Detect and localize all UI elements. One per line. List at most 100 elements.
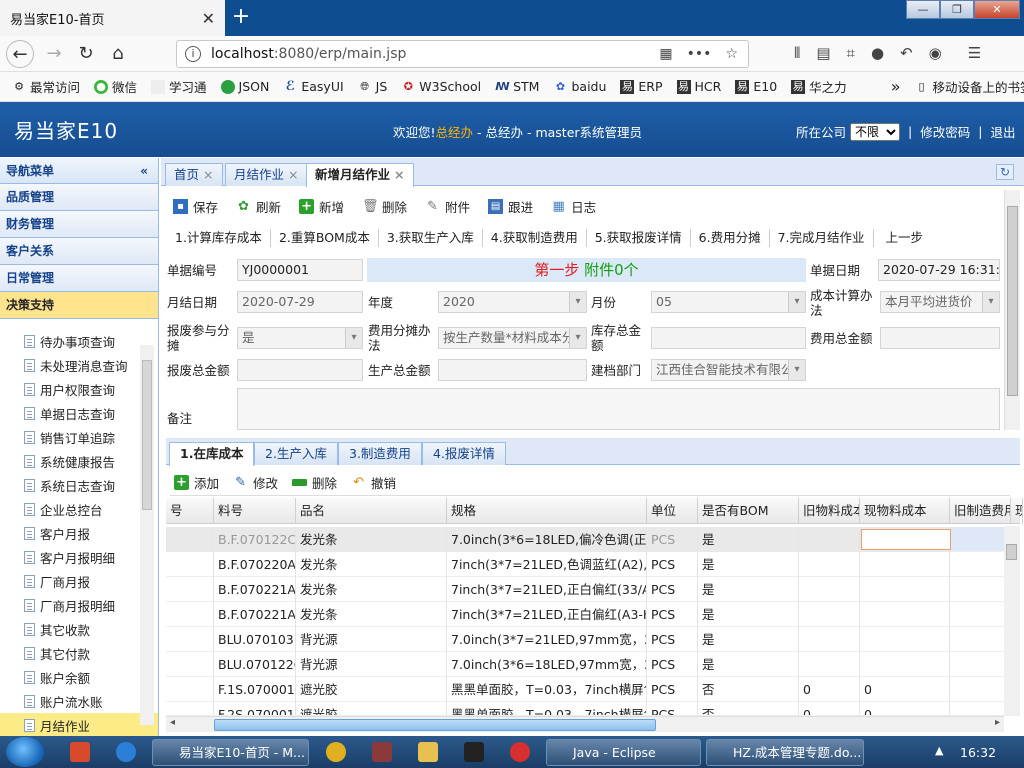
sidebar-item[interactable]: 账户流水账 bbox=[0, 689, 158, 713]
new-tab-button[interactable]: + bbox=[228, 4, 254, 30]
bookmark-5[interactable]: 🌐︎ JS bbox=[358, 79, 387, 94]
close-date-field[interactable]: 2020-07-29 bbox=[237, 291, 363, 313]
table-row[interactable]: B.F.070221AV 发光条 7inch(3*7=21LED,正白偏红(33/A… bbox=[166, 577, 1004, 602]
folder-icon[interactable] bbox=[418, 742, 438, 762]
sidebar-scroll-thumb[interactable] bbox=[142, 360, 152, 510]
doc-date-field[interactable]: 2020-07-29 16:31:53 bbox=[878, 259, 1000, 281]
scroll-right-icon[interactable]: ▸ bbox=[995, 717, 1000, 728]
bookmarks-more[interactable]: » bbox=[891, 77, 901, 96]
sidebar-item[interactable]: 厂商月报明细 bbox=[0, 593, 158, 617]
sidebar-item[interactable]: 其它收款 bbox=[0, 617, 158, 641]
save-button[interactable]: ▪ 保存 bbox=[173, 197, 218, 216]
tab-scrap-details[interactable]: 4.报废详情 bbox=[422, 442, 506, 465]
sidebar-group[interactable]: 日常管理 bbox=[0, 265, 158, 292]
scrap-select[interactable]: 是 bbox=[237, 327, 363, 349]
bookmark-2[interactable]: 学习通 bbox=[151, 77, 207, 96]
sidebar-item[interactable]: 账户余额 bbox=[0, 665, 158, 689]
bookmark-star-icon[interactable]: ☆ bbox=[725, 46, 738, 62]
sidebar-item[interactable]: 未处理消息查询 bbox=[0, 353, 158, 377]
detail-undo-button[interactable]: ↶ 撤销 bbox=[351, 473, 396, 492]
sidebar-item[interactable]: 单据日志查询 bbox=[0, 401, 158, 425]
bookmark-7[interactable]: ꟿ STM bbox=[495, 79, 539, 94]
company-select[interactable]: 不限 bbox=[850, 122, 901, 141]
col-header[interactable]: 号 bbox=[166, 498, 214, 524]
step-button[interactable]: 4.获取制造费用 bbox=[483, 229, 587, 247]
tray-arrow-icon[interactable]: ▲ bbox=[935, 744, 943, 757]
tab-monthly-close[interactable]: 月结作业 × bbox=[225, 163, 308, 186]
crop-icon[interactable]: ⌗ bbox=[847, 44, 855, 62]
tab-close-icon[interactable]: × bbox=[203, 167, 213, 182]
sidebar-item[interactable]: 厂商月报 bbox=[0, 569, 158, 593]
scroll-left-icon[interactable]: ◂ bbox=[170, 717, 175, 728]
col-header[interactable]: 现 bbox=[1011, 498, 1023, 524]
form-scrollbar[interactable] bbox=[1004, 190, 1020, 430]
step-button[interactable]: 2.重算BOM成本 bbox=[271, 229, 379, 247]
table-row[interactable]: BLU.070103B背光源7.0inch(3*7=21LED,97mm宽，2.… bbox=[166, 627, 1004, 652]
table-row[interactable]: B.F.070221AV发光条7inch(3*7=21LED,正白偏红(A3-H… bbox=[166, 602, 1004, 627]
step-button[interactable]: 6.费用分摊 bbox=[691, 229, 770, 247]
qr-code-icon[interactable]: ▦ bbox=[659, 46, 672, 62]
attachment-count-link[interactable]: 附件0个 bbox=[584, 261, 639, 279]
windows-start-icon[interactable] bbox=[6, 737, 44, 767]
bookmark-6[interactable]: ✪ W3School bbox=[401, 79, 481, 94]
logout-link[interactable]: 退出 bbox=[990, 122, 1015, 141]
change-password-link[interactable]: 修改密码 bbox=[920, 122, 970, 141]
remark-field[interactable] bbox=[237, 388, 1000, 430]
stock-total-field[interactable] bbox=[651, 327, 806, 349]
prod-total-field[interactable] bbox=[438, 359, 587, 381]
taskbar-app-icon[interactable] bbox=[372, 742, 392, 762]
sidebar-icon[interactable]: ▤ bbox=[816, 44, 830, 62]
collapse-icon[interactable]: « bbox=[140, 158, 148, 184]
sidebar-scrollbar[interactable] bbox=[140, 345, 154, 725]
expense-total-field[interactable] bbox=[880, 327, 1000, 349]
step-button[interactable]: 1.计算库存成本 bbox=[167, 229, 271, 247]
table-row[interactable]: BLU.070122C背光源7.0inch(3*6=18LED,97mm宽，2.… bbox=[166, 652, 1004, 677]
step-button[interactable]: 3.获取生产入库 bbox=[379, 229, 483, 247]
chrome-icon[interactable] bbox=[326, 742, 346, 762]
sidebar-group[interactable]: 财务管理 bbox=[0, 211, 158, 238]
account-icon[interactable]: ◉ bbox=[929, 44, 942, 62]
tab-new-monthly-close[interactable]: 新增月结作业 × bbox=[306, 163, 414, 187]
step-button[interactable]: 5.获取报废详情 bbox=[587, 229, 691, 247]
library-icon[interactable]: ⫴ bbox=[794, 44, 800, 62]
previous-step-button[interactable]: 上一步 bbox=[874, 229, 932, 247]
col-header[interactable]: 品名 bbox=[296, 498, 447, 524]
ie-icon[interactable] bbox=[116, 742, 136, 762]
table-row[interactable]: F.2S.070001A 遮光胶 黑黑单面胶，T=0.03，7inch横屏包耳 PCS… bbox=[166, 702, 1004, 716]
forward-arrow-icon[interactable]: → bbox=[40, 40, 68, 68]
detail-add-button[interactable]: + 添加 bbox=[174, 473, 219, 492]
close-window-button[interactable]: ✕ bbox=[974, 0, 1020, 19]
sidebar-item[interactable]: 销售订单追踪 bbox=[0, 425, 158, 449]
sidebar-item[interactable]: 其它付款 bbox=[0, 641, 158, 665]
table-row[interactable]: B.F.070220AV 发光条 7inch(3*7=21LED,色调蓝红(A2),… bbox=[166, 552, 1004, 577]
doc-no-field[interactable]: YJ0000001 bbox=[237, 259, 363, 281]
sidebar-group[interactable]: 品质管理 bbox=[0, 184, 158, 211]
tab-home[interactable]: 首页 × bbox=[165, 163, 223, 186]
taskbar-app-icon[interactable] bbox=[70, 742, 90, 762]
sidebar-group[interactable]: 客户关系 bbox=[0, 238, 158, 265]
bookmark-10[interactable]: 易 HCR bbox=[676, 79, 721, 94]
sidebar-item[interactable]: 客户月报 bbox=[0, 521, 158, 545]
sidebar-item[interactable]: 客户月报明细 bbox=[0, 545, 158, 569]
month-select[interactable]: 05 bbox=[651, 291, 806, 313]
bookmark-4[interactable]: ℰ EasyUI bbox=[283, 79, 344, 94]
bookmark-8[interactable]: ✿ baidu bbox=[553, 79, 607, 94]
col-header[interactable]: 是否有BOM bbox=[698, 498, 799, 524]
undo-icon[interactable]: ↶ bbox=[900, 44, 913, 62]
chat-icon[interactable]: ● bbox=[871, 44, 884, 62]
tab-close-icon[interactable]: × bbox=[394, 167, 404, 182]
bookmark-9[interactable]: 易 ERP bbox=[620, 79, 663, 94]
mobile-bookmarks[interactable]: ▯ 移动设备上的书签 bbox=[914, 77, 1024, 96]
sidebar-item[interactable]: 系统日志查询 bbox=[0, 473, 158, 497]
tab-refresh-icon[interactable]: ↻ bbox=[996, 164, 1014, 180]
cell-editor[interactable] bbox=[861, 529, 951, 550]
bookmark-12[interactable]: 易华之力 bbox=[791, 77, 847, 96]
year-select[interactable]: 2020 bbox=[438, 291, 587, 313]
menu-icon[interactable]: ☰ bbox=[968, 44, 981, 62]
col-header[interactable]: 旧制造费用 bbox=[950, 498, 1011, 524]
delete-button[interactable]: 🗑︎ 删除 bbox=[362, 197, 407, 216]
more-actions-icon[interactable]: ••• bbox=[687, 46, 712, 62]
col-header[interactable]: 料号 bbox=[214, 498, 296, 524]
col-header[interactable]: 单位 bbox=[647, 498, 698, 524]
scrap-total-field[interactable] bbox=[237, 359, 363, 381]
